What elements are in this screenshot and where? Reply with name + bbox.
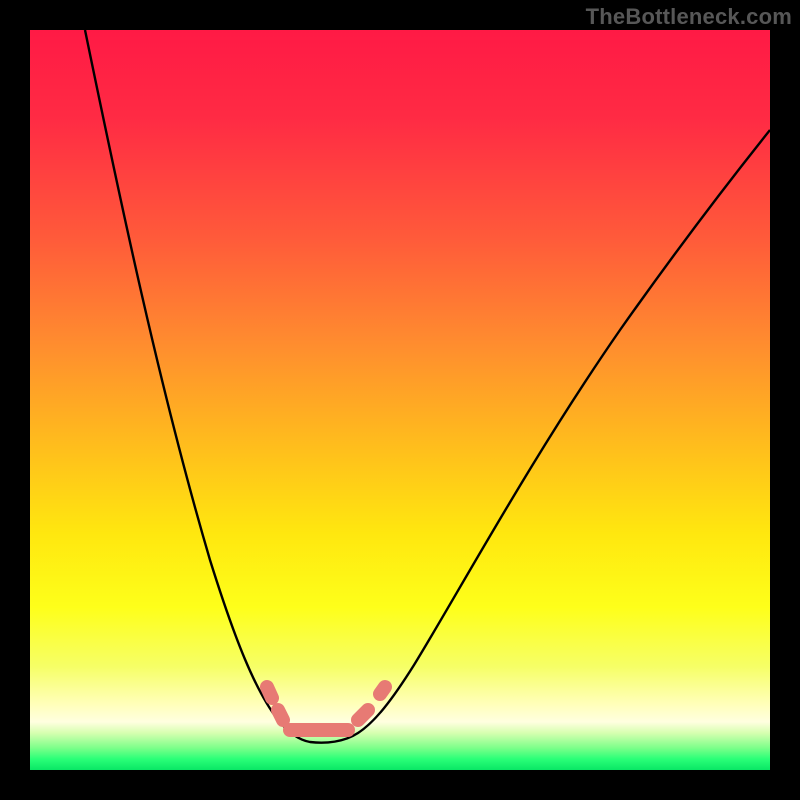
chart-frame: TheBottleneck.com [0, 0, 800, 800]
bottleneck-curve [30, 30, 770, 770]
curve-line [85, 30, 770, 743]
watermark-text: TheBottleneck.com [586, 4, 792, 30]
plot-area [30, 30, 770, 770]
highlight-marks [267, 687, 385, 730]
